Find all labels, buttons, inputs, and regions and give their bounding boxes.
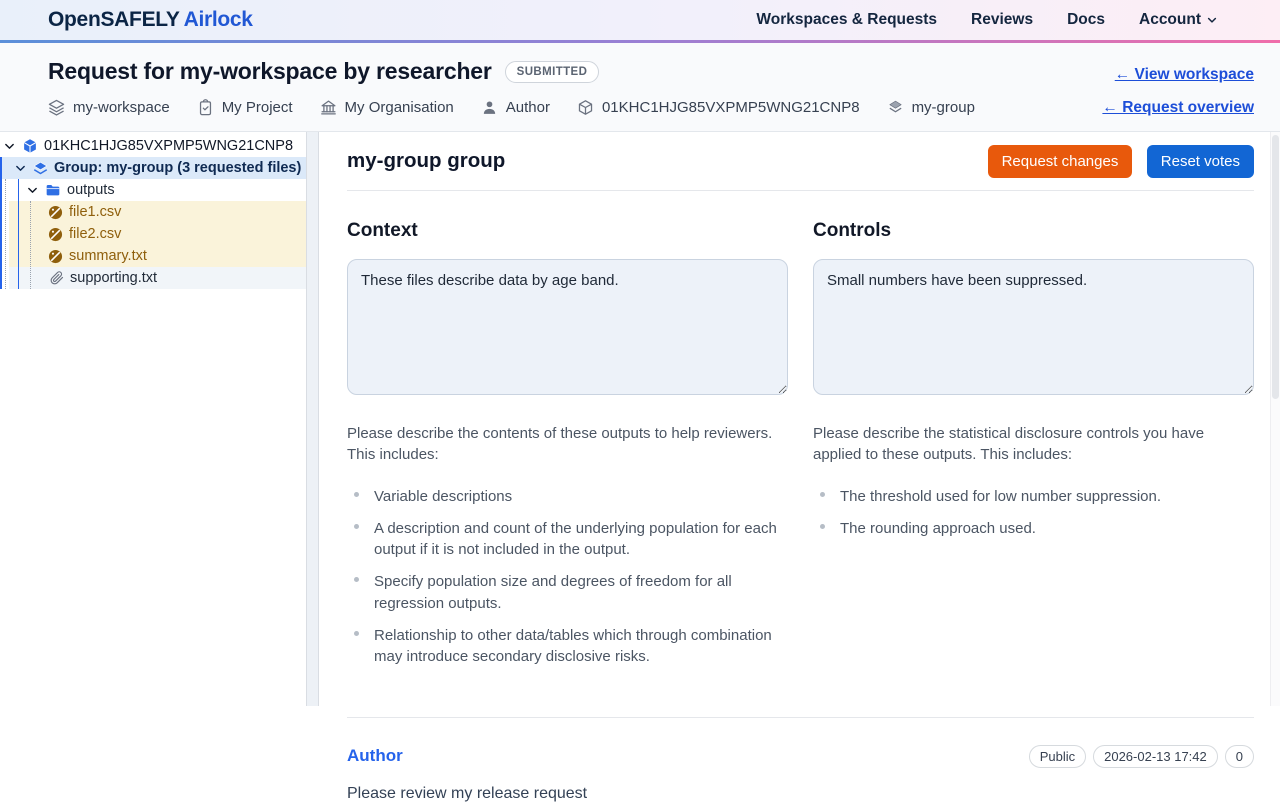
page-title: Request for my-workspace by researcher — [48, 58, 492, 85]
controls-section: Controls Small numbers have been suppres… — [813, 220, 1254, 679]
comment-count-badge: 0 — [1225, 745, 1254, 768]
tree-item-outputs-folder[interactable]: outputs — [2, 179, 306, 201]
layers-icon — [887, 99, 904, 116]
file-tree-sidebar: 01KHC1HJG85VXPMP5WNG21CNP8 Group: my-gro… — [0, 132, 307, 706]
request-header: Request for my-workspace by researcher S… — [0, 43, 1280, 132]
controls-description: Please describe the statistical disclosu… — [813, 423, 1254, 466]
chevron-down-icon[interactable] — [3, 140, 16, 153]
breadcrumb-author: Author — [481, 99, 550, 116]
breadcrumb-workspace: my-workspace — [48, 99, 170, 116]
breadcrumb: my-workspace My Project My Organisation … — [48, 99, 975, 116]
context-bullet-list: Variable descriptions A description and … — [347, 486, 788, 668]
tree-item-summary-txt[interactable]: summary.txt — [9, 245, 306, 267]
group-subtree: Group: my-group (3 requested files) outp… — [0, 157, 306, 289]
controls-bullet-list: The threshold used for low number suppre… — [813, 486, 1254, 540]
logo-opensafely: OpenSAFELY — [48, 8, 180, 31]
context-textarea[interactable]: These files describe data by age band. — [347, 259, 788, 395]
controls-heading: Controls — [813, 220, 1254, 242]
main-scrollbar[interactable] — [1270, 132, 1280, 706]
comment-header: Author Public 2026-02-13 17:42 0 — [347, 745, 1254, 768]
output-file-icon — [48, 205, 63, 220]
bullet-item: The threshold used for low number suppre… — [840, 486, 1254, 507]
bank-icon — [320, 99, 337, 116]
tree-item-request-id[interactable]: 01KHC1HJG85VXPMP5WNG21CNP8 — [0, 135, 306, 157]
nav-workspaces-requests[interactable]: Workspaces & Requests — [756, 11, 937, 29]
output-file-icon — [48, 227, 63, 242]
tree-item-supporting-txt[interactable]: supporting.txt — [9, 267, 306, 289]
chevron-down-icon — [1206, 14, 1218, 26]
cube-icon — [22, 138, 38, 154]
request-overview-link[interactable]: ← Request overview — [1102, 99, 1254, 117]
tree-item-file2-csv[interactable]: file2.csv — [9, 223, 306, 245]
comment-timestamp: 2026-02-13 17:42 — [1093, 745, 1218, 768]
context-section: Context These files describe data by age… — [347, 220, 788, 679]
chevron-down-icon[interactable] — [14, 162, 27, 175]
bullet-item: A description and count of the underlyin… — [374, 518, 788, 561]
request-changes-button[interactable]: Request changes — [988, 145, 1133, 178]
group-detail-panel: my-group group Request changes Reset vot… — [319, 132, 1280, 706]
scrollbar-thumb[interactable] — [1272, 135, 1279, 399]
folder-icon — [45, 182, 61, 198]
comment-author-link[interactable]: Author — [347, 746, 403, 766]
breadcrumb-organisation: My Organisation — [320, 99, 454, 116]
status-badge: SUBMITTED — [505, 61, 600, 83]
paperclip-icon — [50, 271, 64, 285]
chevron-down-icon[interactable] — [26, 184, 39, 197]
nav-docs[interactable]: Docs — [1067, 11, 1105, 29]
layers-icon — [48, 99, 65, 116]
nav-account-menu[interactable]: Account — [1139, 11, 1218, 29]
bullet-item: The rounding approach used. — [840, 518, 1254, 539]
visibility-badge: Public — [1029, 745, 1086, 768]
breadcrumb-project: My Project — [197, 99, 293, 116]
controls-textarea[interactable]: Small numbers have been suppressed. — [813, 259, 1254, 395]
clipboard-icon — [197, 99, 214, 116]
breadcrumb-request-id: 01KHC1HJG85VXPMP5WNG21CNP8 — [577, 99, 860, 116]
breadcrumb-group: my-group — [887, 99, 975, 116]
tree-guide-line — [18, 179, 19, 289]
group-heading: my-group group — [347, 149, 505, 173]
tree-guide-line — [5, 179, 6, 289]
view-workspace-link[interactable]: ← View workspace — [1115, 66, 1254, 84]
nav-links: Workspaces & Requests Reviews Docs Accou… — [756, 11, 1218, 29]
output-file-icon — [48, 249, 63, 264]
tree-item-group-my-group[interactable]: Group: my-group (3 requested files) — [2, 157, 306, 179]
tree-item-file1-csv[interactable]: file1.csv — [9, 201, 306, 223]
context-heading: Context — [347, 220, 788, 242]
tree-guide-line — [30, 201, 31, 289]
panel-divider[interactable] — [307, 132, 319, 706]
context-description: Please describe the contents of these ou… — [347, 423, 788, 466]
group-panel-header: my-group group Request changes Reset vot… — [347, 132, 1254, 191]
nav-reviews[interactable]: Reviews — [971, 11, 1033, 29]
user-icon — [481, 99, 498, 116]
bullet-item: Relationship to other data/tables which … — [374, 625, 788, 668]
top-navbar: OpenSAFELYAirlock Workspaces & Requests … — [0, 0, 1280, 43]
section-divider — [347, 717, 1254, 718]
bullet-item: Specify population size and degrees of f… — [374, 571, 788, 614]
bullet-item: Variable descriptions — [374, 486, 788, 507]
app-logo[interactable]: OpenSAFELYAirlock — [48, 8, 253, 32]
layers-icon — [33, 161, 48, 176]
comment-text: Please review my release request — [347, 785, 1254, 803]
logo-airlock: Airlock — [184, 8, 253, 31]
reset-votes-button[interactable]: Reset votes — [1147, 145, 1254, 178]
cube-icon — [577, 99, 594, 116]
